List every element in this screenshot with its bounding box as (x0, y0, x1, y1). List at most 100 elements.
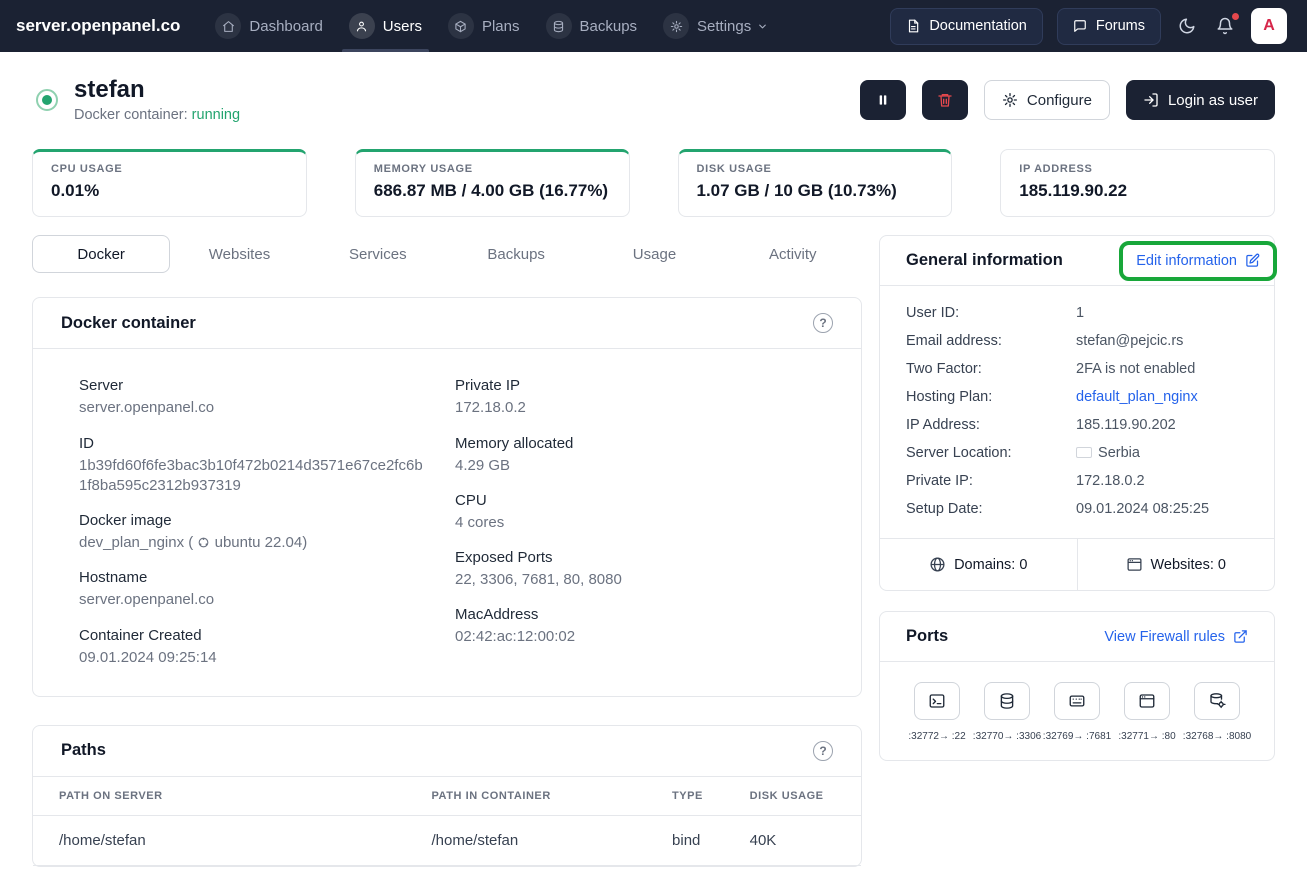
notifications-button[interactable] (1213, 14, 1237, 38)
stats-row: CPU USAGE 0.01% MEMORY USAGE 686.87 MB /… (32, 149, 1275, 217)
dark-mode-toggle[interactable] (1175, 14, 1199, 38)
browser-icon[interactable] (1124, 682, 1170, 720)
tab-websites[interactable]: Websites (170, 235, 308, 273)
brand[interactable]: server.openpanel.co (16, 16, 180, 36)
avatar[interactable]: A (1251, 8, 1287, 44)
ports-card-title: Ports (906, 627, 948, 646)
login-as-user-button[interactable]: Login as user (1126, 80, 1275, 120)
stat-value: 686.87 MB / 4.00 GB (16.77%) (374, 181, 611, 201)
nav-label: Plans (482, 18, 520, 35)
stat-label: MEMORY USAGE (374, 163, 611, 175)
pause-container-button[interactable] (860, 80, 906, 120)
annotation-highlight: Edit information (1119, 241, 1277, 281)
tab-backups[interactable]: Backups (447, 235, 585, 273)
status-running-label: running (192, 107, 240, 123)
port-mapping-ssh: :32772→ :22 (902, 682, 972, 742)
configure-label: Configure (1027, 92, 1092, 109)
nav-label: Settings (697, 18, 751, 35)
keyboard-icon[interactable] (1054, 682, 1100, 720)
browser-window-icon (1126, 556, 1143, 573)
nav-label: Dashboard (249, 18, 322, 35)
info-row-two-factor: Two Factor: 2FA is not enabled (906, 360, 1248, 379)
nav-item-plans[interactable]: Plans (435, 0, 533, 52)
tab-services[interactable]: Services (309, 235, 447, 273)
stat-value: 185.119.90.22 (1019, 181, 1256, 201)
info-memory-allocated: Memory allocated 4.29 GB (455, 435, 837, 476)
login-as-user-label: Login as user (1168, 92, 1258, 109)
nav-item-backups[interactable]: Backups (533, 0, 651, 52)
stat-ip-address: IP ADDRESS 185.119.90.22 (1000, 149, 1275, 217)
nav-item-dashboard[interactable]: Dashboard (202, 0, 335, 52)
documentation-button[interactable]: Documentation (890, 8, 1043, 45)
database-icon (546, 13, 572, 39)
view-firewall-rules-link[interactable]: View Firewall rules (1104, 629, 1248, 645)
info-row-email: Email address: stefan@pejcic.rs (906, 332, 1248, 351)
page-header: stefan Docker container: running Configu… (32, 77, 1275, 123)
general-information-title: General information (906, 251, 1063, 270)
info-cpu: CPU 4 cores (455, 492, 837, 533)
info-mac-address: MacAddress 02:42:ac:12:00:02 (455, 606, 837, 647)
info-row-setup-date: Setup Date: 09.01.2024 08:25:25 (906, 500, 1248, 519)
port-mapping-http: :32771→ :80 (1112, 682, 1182, 742)
info-row-ip-address: IP Address: 185.119.90.202 (906, 416, 1248, 435)
navbar-right: Documentation Forums A (890, 8, 1287, 45)
info-private-ip: Private IP 172.18.0.2 (455, 377, 837, 418)
login-icon (1143, 92, 1159, 108)
globe-icon (929, 556, 946, 573)
nav-label: Users (383, 18, 422, 35)
docker-card-title: Docker container (61, 314, 196, 333)
document-icon (906, 19, 920, 33)
help-icon[interactable]: ? (813, 741, 833, 761)
moon-icon (1178, 17, 1196, 35)
documentation-label: Documentation (929, 18, 1027, 34)
paths-table: PATH ON SERVER PATH IN CONTAINER TYPE DI… (33, 777, 861, 866)
server-gear-icon[interactable] (1194, 682, 1240, 720)
websites-count[interactable]: Websites: 0 (1077, 539, 1275, 590)
help-icon[interactable]: ? (813, 313, 833, 333)
ubuntu-icon (197, 536, 210, 549)
hosting-plan-link[interactable]: default_plan_nginx (1076, 389, 1198, 405)
page-title: stefan (74, 77, 240, 103)
stat-label: IP ADDRESS (1019, 163, 1256, 175)
nav-item-users[interactable]: Users (336, 0, 435, 52)
delete-container-button[interactable] (922, 80, 968, 120)
paths-table-header: PATH ON SERVER PATH IN CONTAINER TYPE DI… (33, 777, 861, 816)
terminal-icon[interactable] (914, 682, 960, 720)
chat-icon (1073, 19, 1087, 33)
gear-icon (1002, 92, 1018, 108)
port-mapping-8080: :32768→ :8080 (1182, 682, 1252, 742)
tab-activity[interactable]: Activity (724, 235, 862, 273)
info-container-id: ID 1b39fd60f6fe3bac3b10f472b0214d3571e67… (79, 435, 425, 497)
paths-card: Paths ? PATH ON SERVER PATH IN CONTAINER… (32, 725, 862, 867)
forums-button[interactable]: Forums (1057, 8, 1161, 45)
port-mapping-terminal: :32769→ :7681 (1042, 682, 1112, 742)
stat-disk-usage: DISK USAGE 1.07 GB / 10 GB (10.73%) (678, 149, 953, 217)
status-running-icon (36, 89, 58, 111)
table-row: /home/stefan /home/stefan bind 40K (33, 816, 861, 866)
info-row-user-id: User ID: 1 (906, 304, 1248, 323)
configure-button[interactable]: Configure (984, 80, 1110, 120)
cube-icon (448, 13, 474, 39)
info-row-private-ip: Private IP: 172.18.0.2 (906, 472, 1248, 491)
info-row-hosting-plan: Hosting Plan: default_plan_nginx (906, 388, 1248, 407)
nav-item-settings[interactable]: Settings (650, 0, 781, 52)
home-icon (215, 13, 241, 39)
docker-container-card: Docker container ? Server server.openpan… (32, 297, 862, 697)
edit-information-link[interactable]: Edit information (1136, 253, 1260, 269)
stat-label: DISK USAGE (697, 163, 934, 175)
info-exposed-ports: Exposed Ports 22, 3306, 7681, 80, 8080 (455, 549, 837, 590)
info-container-created: Container Created 09.01.2024 09:25:14 (79, 627, 425, 668)
paths-card-title: Paths (61, 741, 106, 760)
tab-usage[interactable]: Usage (585, 235, 723, 273)
info-server: Server server.openpanel.co (79, 377, 425, 418)
column-header: DISK USAGE (750, 790, 835, 802)
user-icon (349, 13, 375, 39)
domains-count[interactable]: Domains: 0 (880, 539, 1077, 590)
tab-docker[interactable]: Docker (32, 235, 170, 273)
column-header: TYPE (672, 790, 750, 802)
gear-icon (663, 13, 689, 39)
database-icon[interactable] (984, 682, 1030, 720)
stat-memory-usage: MEMORY USAGE 686.87 MB / 4.00 GB (16.77%… (355, 149, 630, 217)
notification-dot (1232, 13, 1239, 20)
tab-bar: Docker Websites Services Backups Usage A… (32, 235, 862, 273)
